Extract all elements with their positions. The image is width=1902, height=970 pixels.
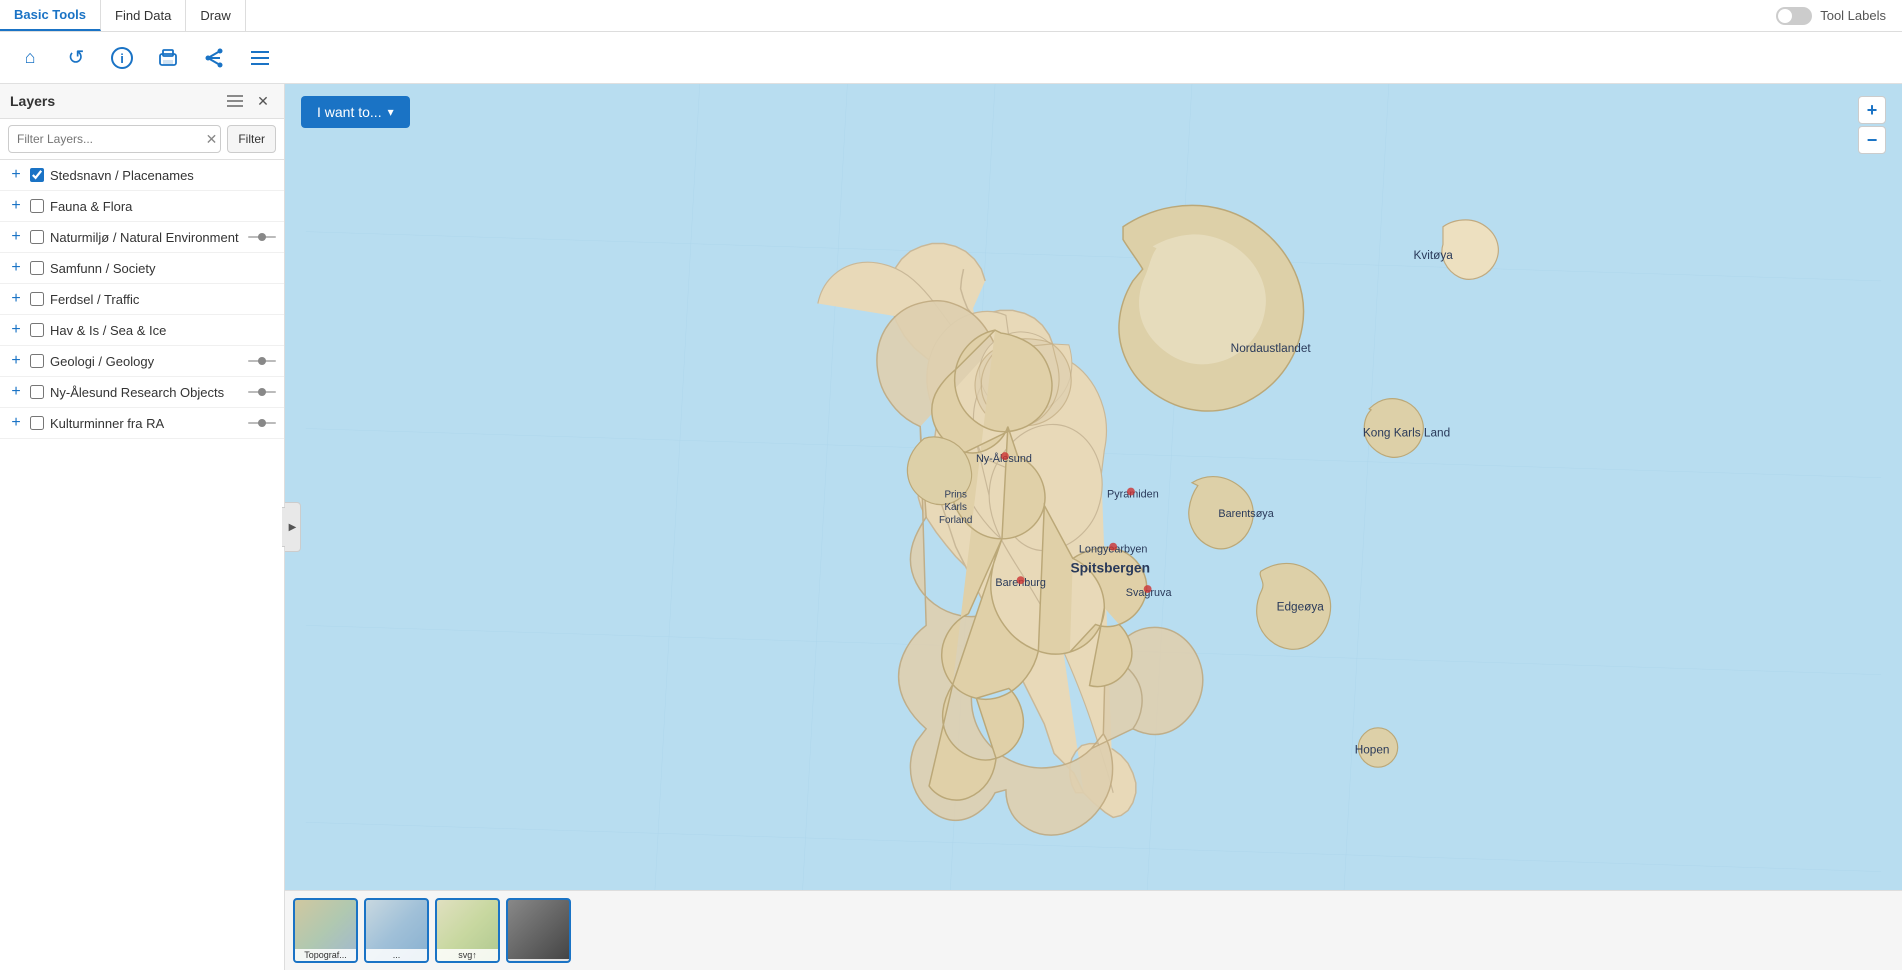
layer-slider-geologi[interactable] [248,355,276,367]
layer-add-icon-stedsnavn[interactable]: + [8,167,24,183]
base-map-label-topograf: Topograf... [295,949,356,961]
map-area[interactable]: ▶ I want to... + − [285,84,1902,970]
sidebar-header: Layers ✕ [0,84,284,119]
tool-labels-toggle[interactable] [1776,7,1812,25]
layer-name-naturmiljo: Naturmiljø / Natural Environment [50,230,242,245]
layer-slider-nyalesund[interactable] [248,386,276,398]
layer-add-icon-samfunn[interactable]: + [8,260,24,276]
base-map-label-4 [508,959,569,961]
tool-labels-text: Tool Labels [1820,8,1886,23]
layer-item-hav[interactable]: + Hav & Is / Sea & Ice [0,315,284,346]
layer-add-icon-nyalesund[interactable]: + [8,384,24,400]
filter-input[interactable] [8,125,221,153]
layer-name-ferdsel: Ferdsel / Traffic [50,292,276,307]
layer-item-ferdsel[interactable]: + Ferdsel / Traffic [0,284,284,315]
layer-name-hav: Hav & Is / Sea & Ice [50,323,276,338]
layer-checkbox-samfunn[interactable] [30,261,44,275]
label-hopen: Hopen [1355,742,1390,756]
tab-draw[interactable]: Draw [186,0,245,31]
layer-checkbox-fauna[interactable] [30,199,44,213]
map-svg: Kvitøya Nordaustlandet Kong Karls Land N… [285,84,1902,970]
menu-button[interactable] [242,40,278,76]
layer-checkbox-stedsnavn[interactable] [30,168,44,182]
label-spitsbergen: Spitsbergen [1070,560,1150,575]
dot-pyramiden [1127,488,1135,496]
layer-item-kulturminner[interactable]: + Kulturminner fra RA [0,408,284,439]
layer-add-icon-naturmiljo[interactable]: + [8,229,24,245]
sidebar-close-icon[interactable]: ✕ [252,90,274,112]
info-button[interactable]: i [104,40,140,76]
label-edgeoya: Edgeøya [1277,600,1325,614]
dot-nyalesund [1001,452,1009,460]
label-barentsoya: Barentsøya [1218,508,1274,520]
layer-checkbox-kulturminner[interactable] [30,416,44,430]
sidebar: Layers ✕ ✕ Filter [0,84,285,970]
toolbar: ⌂ ↺ i [0,32,1902,84]
layer-name-geologi: Geologi / Geology [50,354,242,369]
layer-add-icon-geologi[interactable]: + [8,353,24,369]
layer-checkbox-hav[interactable] [30,323,44,337]
tab-find-data[interactable]: Find Data [101,0,186,31]
layer-item-stedsnavn[interactable]: + Stedsnavn / Placenames [0,160,284,191]
tab-basic-tools[interactable]: Basic Tools [0,0,101,31]
map-nav-arrow[interactable]: ▶ [285,502,301,552]
refresh-button[interactable]: ↺ [58,40,94,76]
layer-name-samfunn: Samfunn / Society [50,261,276,276]
layer-add-icon-ferdsel[interactable]: + [8,291,24,307]
base-map-thumb-3[interactable]: svg↑ [435,898,500,963]
dot-longyearbyen [1109,543,1117,551]
layer-slider-naturmiljo[interactable] [248,231,276,243]
label-kongkarls: Kong Karls Land [1363,425,1450,439]
filter-clear-button[interactable]: ✕ [206,131,218,148]
dot-svagruva [1144,585,1152,593]
zoom-controls: + − [1858,96,1886,154]
sidebar-list-icon[interactable] [224,90,246,112]
layer-name-fauna: Fauna & Flora [50,199,276,214]
sidebar-title: Layers [10,93,55,109]
zoom-in-button[interactable]: + [1858,96,1886,124]
filter-button[interactable]: Filter [227,125,276,153]
top-nav: Basic Tools Find Data Draw Tool Labels [0,0,1902,32]
layer-item-naturmiljo[interactable]: + Naturmiljø / Natural Environment [0,222,284,253]
base-map-label-2: ... [366,949,427,961]
label-prins1: Prins [944,489,966,500]
layer-item-nyalesund[interactable]: + Ny-Ålesund Research Objects [0,377,284,408]
layer-item-fauna[interactable]: + Fauna & Flora [0,191,284,222]
base-map-label-3: svg↑ [437,949,498,961]
layer-name-stedsnavn: Stedsnavn / Placenames [50,168,276,183]
share-button[interactable] [196,40,232,76]
base-map-thumb-2[interactable]: ... [364,898,429,963]
layer-add-icon-hav[interactable]: + [8,322,24,338]
dot-barenburg [1017,576,1025,584]
print-button[interactable] [150,40,186,76]
layer-checkbox-naturmiljo[interactable] [30,230,44,244]
label-prins3: Forland [939,515,972,526]
layer-slider-kulturminner[interactable] [248,417,276,429]
filter-input-wrap: ✕ [8,125,221,153]
base-map-thumb-4[interactable] [506,898,571,963]
main-area: Layers ✕ ✕ Filter [0,84,1902,970]
layer-checkbox-ferdsel[interactable] [30,292,44,306]
zoom-out-button[interactable]: − [1858,126,1886,154]
i-want-to-button[interactable]: I want to... [301,96,410,128]
home-button[interactable]: ⌂ [12,40,48,76]
layer-checkbox-nyalesund[interactable] [30,385,44,399]
label-nordaustlandet: Nordaustlandet [1231,341,1312,355]
filter-row: ✕ Filter [0,119,284,160]
layer-add-icon-kulturminner[interactable]: + [8,415,24,431]
label-prins2: Karls [944,502,966,513]
layer-item-geologi[interactable]: + Geologi / Geology [0,346,284,377]
layer-item-samfunn[interactable]: + Samfunn / Society [0,253,284,284]
layer-name-kulturminner: Kulturminner fra RA [50,416,242,431]
base-map-thumb-topograf[interactable]: Topograf... [293,898,358,963]
svg-text:i: i [120,51,124,66]
base-map-strip: Topograf... ... svg↑ [285,890,1902,970]
tool-labels-area: Tool Labels [1776,0,1902,31]
layer-add-icon-fauna[interactable]: + [8,198,24,214]
layer-checkbox-geologi[interactable] [30,354,44,368]
label-kvitoya: Kvitøya [1413,248,1453,262]
layer-name-nyalesund: Ny-Ålesund Research Objects [50,385,242,400]
layer-list: + Stedsnavn / Placenames + Fauna & Flora… [0,160,284,970]
sidebar-header-icons: ✕ [224,90,274,112]
